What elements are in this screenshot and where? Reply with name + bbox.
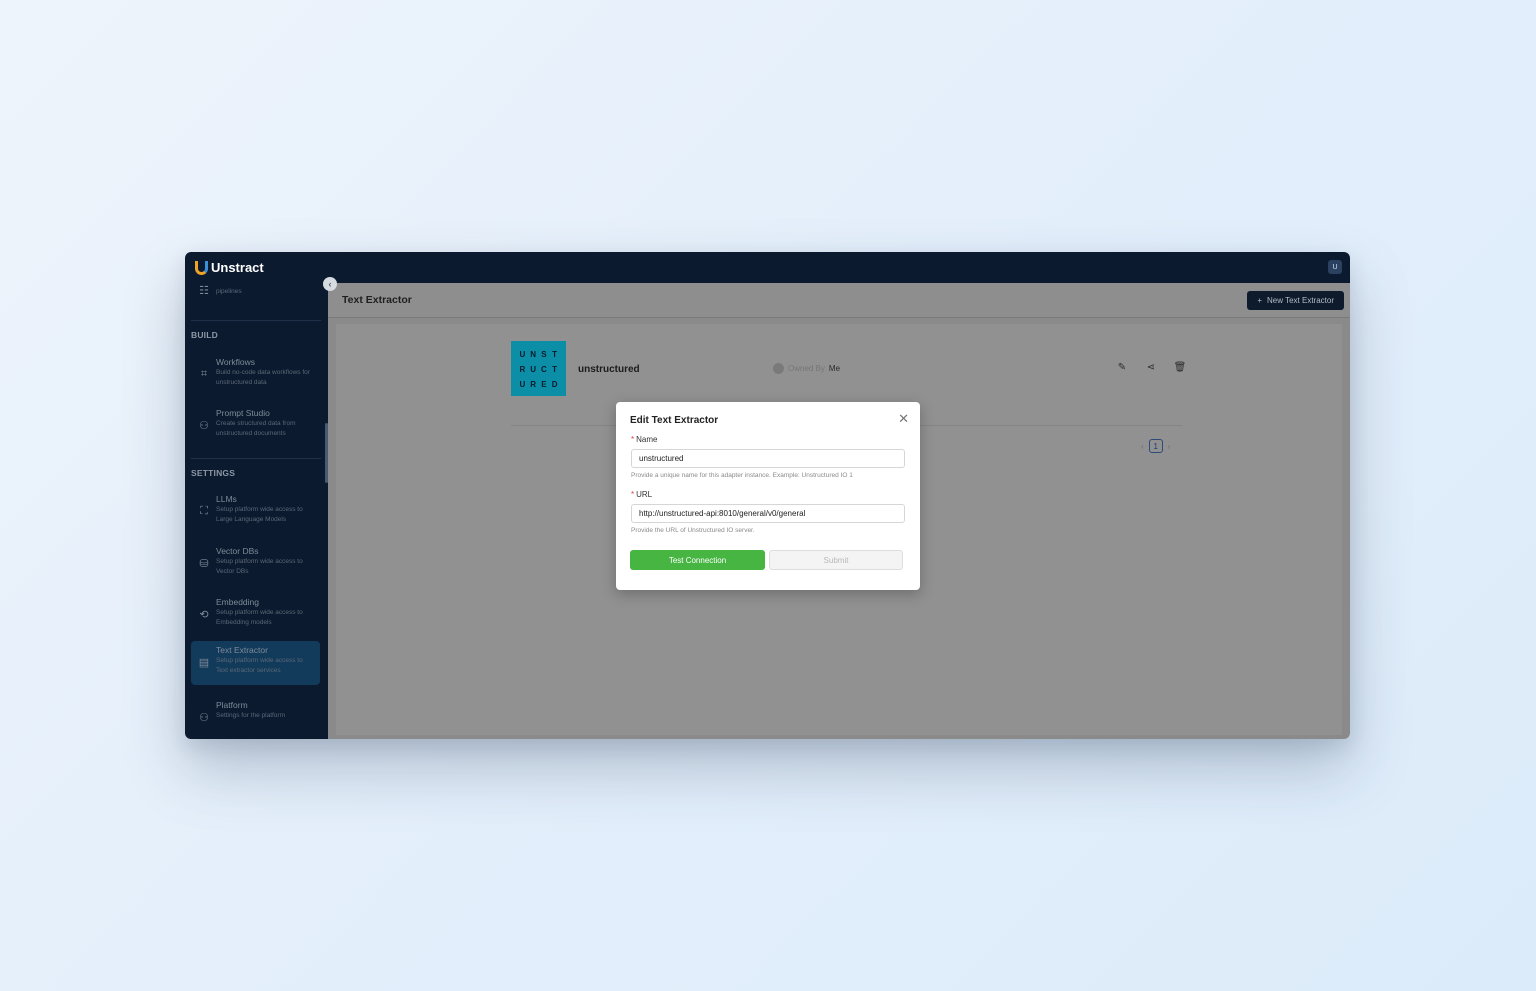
sidebar-item-title: Embedding (216, 597, 260, 607)
close-icon[interactable]: ✕ (898, 411, 909, 427)
platform-icon: ⚇ (199, 711, 209, 724)
sidebar-item-platform[interactable]: ⚇ Platform Settings for the platform (191, 696, 320, 739)
sidebar-item-text-extractor[interactable]: ▤ Text Extractor Setup platform wide acc… (191, 641, 320, 685)
prompt-studio-icon: ⚇ (199, 419, 209, 432)
sidebar-item-llms[interactable]: ⛶ LLMs Setup platform wide access to Lar… (191, 490, 320, 534)
top-bar: Unstract U (185, 252, 1350, 283)
delete-icon[interactable]: 🗑 (1174, 361, 1187, 373)
new-button-label: New Text Extractor (1267, 296, 1334, 305)
next-page-icon[interactable]: › (1168, 442, 1171, 451)
name-input[interactable]: unstructured (631, 449, 905, 468)
url-label-text: URL (636, 490, 653, 499)
logo-letter: C (540, 365, 547, 374)
logo-letter: R (519, 365, 526, 374)
name-help-text: Provide a unique name for this adapter i… (631, 472, 853, 479)
owned-by: Owned By Me (773, 363, 840, 374)
pipeline-icon: ☷ (199, 284, 209, 297)
sidebar-item-partial[interactable]: ☷ Ad-hoc unstructured data task pipeline… (191, 283, 320, 323)
logo-letter: U (519, 350, 526, 359)
sidebar-item-workflows[interactable]: ⌗ Workflows Build no-code data workflows… (191, 353, 320, 397)
logo-letter: D (551, 380, 558, 389)
sidebar-item-title: Prompt Studio (216, 408, 270, 418)
sidebar-item-desc: Ad-hoc unstructured data task pipelines (216, 283, 303, 295)
page-number[interactable]: 1 (1148, 439, 1163, 453)
embedding-icon: ⟲ (199, 608, 209, 621)
sidebar-item-prompt-studio[interactable]: ⚇ Prompt Studio Create structured data f… (191, 404, 320, 448)
unstract-logo-icon (195, 260, 208, 275)
logo-letter: E (541, 380, 547, 389)
collapse-sidebar-button[interactable]: ‹ (323, 277, 337, 291)
sidebar-divider (191, 458, 321, 459)
sidebar-item-title: Workflows (216, 357, 256, 367)
sidebar-divider (191, 320, 321, 321)
edit-text-extractor-modal: Edit Text Extractor ✕ * Name unstructured… (616, 402, 920, 590)
sidebar-item-desc: Create structured data from unstructured… (216, 420, 296, 437)
unstructured-logo: U N S T R U C T U R E D (511, 341, 566, 396)
share-icon[interactable]: ⋖ (1145, 361, 1157, 373)
page-title: Text Extractor (342, 294, 412, 306)
pagination: ‹ 1 › (1141, 439, 1170, 453)
logo-letter: T (552, 350, 558, 359)
required-asterisk: * (631, 490, 635, 499)
content-header: Text Extractor + New Text Extractor (328, 283, 1350, 318)
owned-by-value: Me (828, 364, 841, 373)
owned-by-label: Owned By (788, 364, 825, 373)
chevron-left-icon: ‹ (328, 279, 332, 289)
name-label-text: Name (636, 435, 658, 444)
logo-letter: U (519, 380, 526, 389)
text-extractor-icon: ▤ (198, 656, 210, 669)
section-settings: SETTINGS (191, 468, 236, 478)
name-label: * Name (631, 435, 657, 444)
prev-page-icon[interactable]: ‹ (1141, 442, 1144, 451)
brand-logo[interactable]: Unstract (195, 260, 264, 275)
edit-icon[interactable]: ✎ (1116, 361, 1128, 373)
new-text-extractor-button[interactable]: + New Text Extractor (1247, 291, 1344, 310)
sidebar-item-desc: Setup platform wide access to Vector DBs (216, 558, 303, 575)
sidebar-item-embedding[interactable]: ⟲ Embedding Setup platform wide access t… (191, 593, 320, 637)
logo-letter: U (530, 365, 537, 374)
owner-avatar-icon (773, 363, 784, 374)
brand-name: Unstract (211, 260, 264, 275)
sidebar-item-vector-dbs[interactable]: ⛁ Vector DBs Setup platform wide access … (191, 542, 320, 586)
url-help-text: Provide the URL of Unstructured IO serve… (631, 527, 755, 534)
sidebar-item-title: LLMs (216, 494, 237, 504)
sidebar: ☷ Ad-hoc unstructured data task pipeline… (185, 283, 328, 739)
sidebar-item-title: Text Extractor (216, 645, 268, 655)
workflow-icon: ⌗ (200, 367, 208, 380)
sidebar-item-desc: Setup platform wide access to Text extra… (216, 657, 303, 674)
sidebar-item-desc: Setup platform wide access to Large Lang… (216, 506, 303, 523)
logo-letter: N (530, 350, 537, 359)
url-label: * URL (631, 490, 652, 499)
llm-icon: ⛶ (200, 504, 208, 517)
modal-title: Edit Text Extractor (630, 415, 719, 426)
test-connection-button[interactable]: Test Connection (630, 550, 765, 570)
logo-letter: R (530, 380, 537, 389)
logo-letter: T (552, 365, 558, 374)
url-input[interactable]: http://unstructured-api:8010/general/v0/… (631, 504, 905, 523)
sidebar-item-desc: Setup platform wide access to Embedding … (216, 609, 303, 626)
logo-letter: S (541, 350, 547, 359)
required-asterisk: * (631, 435, 635, 444)
sidebar-item-desc: Build no-code data workflows for unstruc… (216, 369, 310, 386)
user-avatar[interactable]: U (1328, 260, 1342, 274)
database-icon: ⛁ (199, 557, 209, 570)
section-build: BUILD (191, 330, 218, 340)
submit-button[interactable]: Submit (769, 550, 903, 570)
sidebar-item-desc: Settings for the platform (216, 712, 286, 719)
sidebar-item-title: Vector DBs (216, 546, 259, 556)
card-actions: ✎ ⋖ 🗑 (1116, 361, 1187, 373)
adapter-name: unstructured (578, 364, 640, 375)
sidebar-item-title: Platform (216, 700, 248, 710)
plus-icon: + (1257, 296, 1263, 305)
